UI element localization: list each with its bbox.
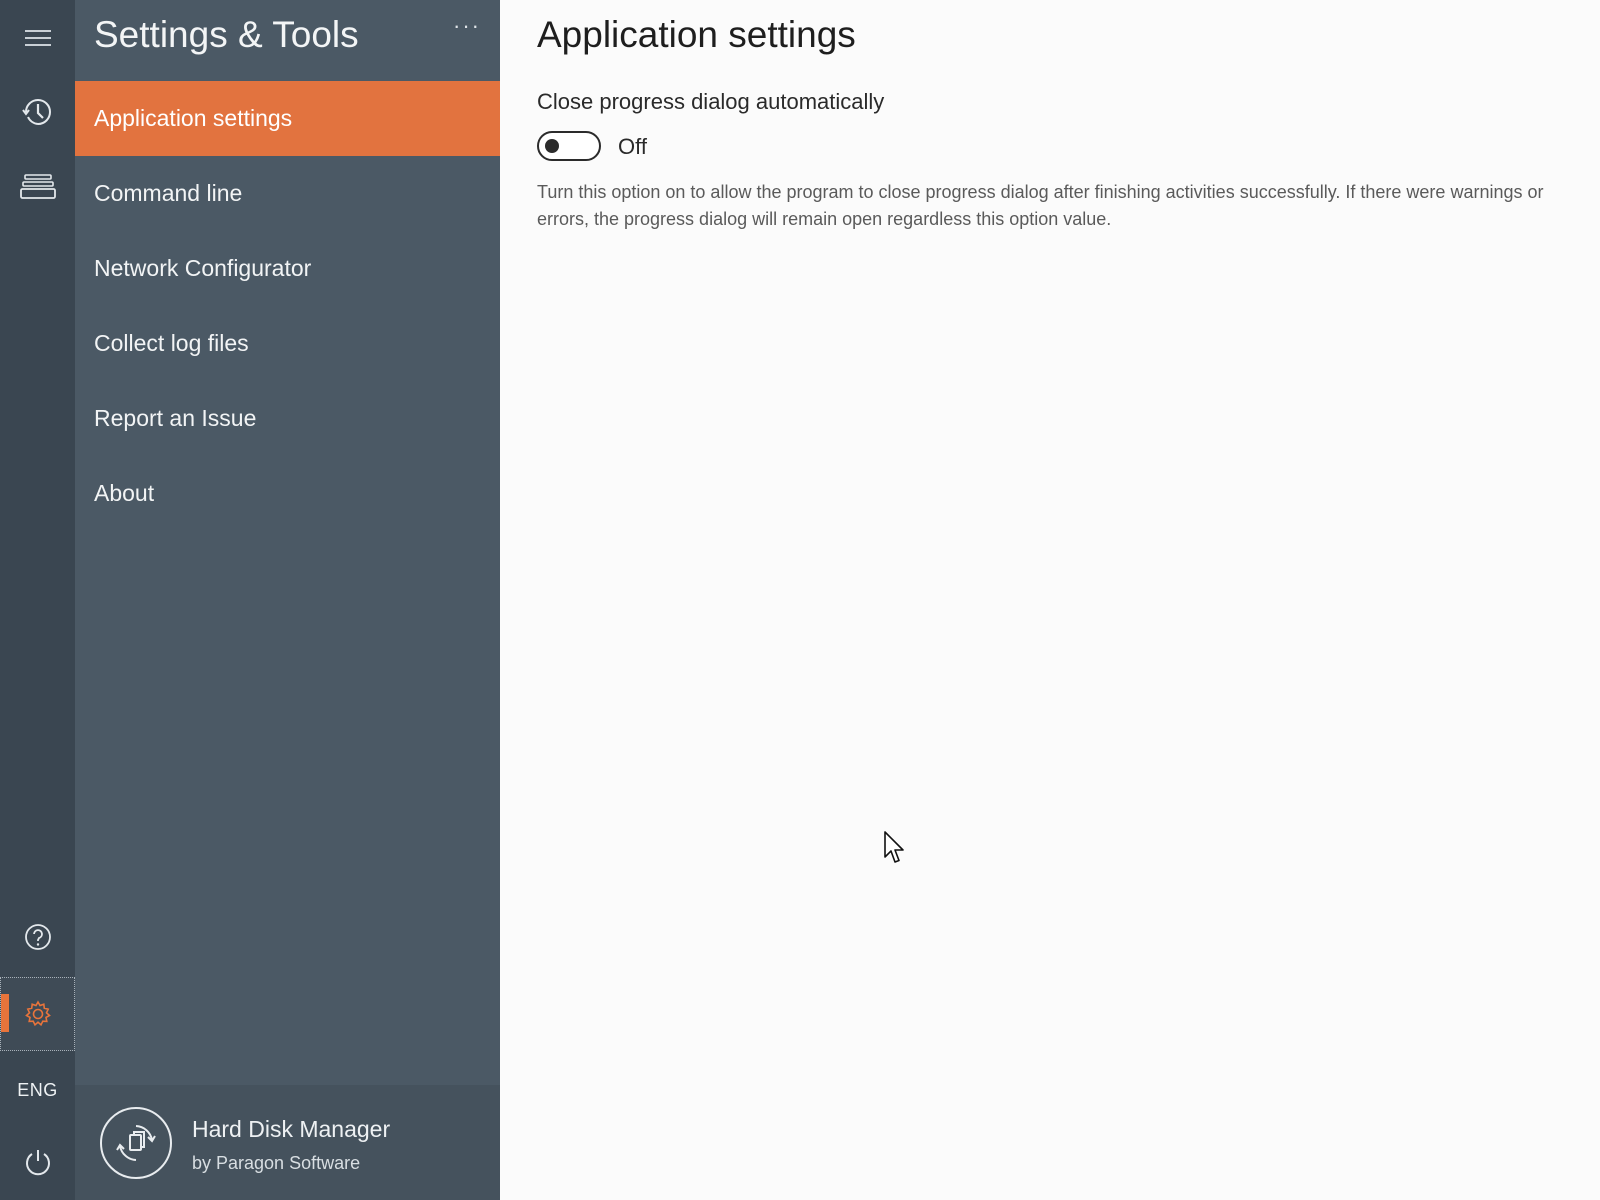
product-name: Hard Disk Manager	[192, 1115, 391, 1142]
page-title: Application settings	[537, 14, 856, 55]
toggle-knob	[545, 139, 559, 153]
settings-tools-panel: Settings & Tools ··· Application setting…	[75, 0, 500, 1200]
nav-item-about[interactable]: About	[75, 456, 500, 531]
gear-icon	[24, 1000, 51, 1027]
hamburger-icon	[24, 30, 51, 46]
nav-item-command-line[interactable]: Command line	[75, 156, 500, 231]
power-icon	[25, 1150, 50, 1176]
mouse-cursor-icon	[884, 831, 904, 863]
help-circle-icon	[24, 924, 51, 950]
toggle-state-label: Off	[618, 134, 647, 159]
hamburger-menu-button[interactable]	[0, 8, 75, 68]
history-button[interactable]	[0, 82, 75, 142]
ellipsis-icon: ···	[453, 13, 481, 38]
disks-button[interactable]	[0, 157, 75, 217]
disk-stack-icon	[19, 174, 56, 199]
active-indicator	[1, 994, 9, 1032]
nav-item-application-settings[interactable]: Application settings	[75, 81, 500, 156]
icon-rail: ENG	[0, 0, 75, 1200]
language-label: ENG	[17, 1079, 58, 1100]
content-area: Application settings Close progress dial…	[500, 0, 1600, 1200]
settings-nav: Application settings Command line Networ…	[75, 81, 500, 531]
power-button[interactable]	[0, 1132, 75, 1192]
setting-label: Close progress dialog automatically	[537, 89, 885, 114]
help-button[interactable]	[0, 907, 75, 967]
product-brand: Hard Disk Manager by Paragon Software	[75, 1085, 500, 1200]
nav-item-network-configurator[interactable]: Network Configurator	[75, 231, 500, 306]
settings-button[interactable]	[0, 977, 75, 1051]
more-options-button[interactable]: ···	[445, 13, 489, 48]
setting-description: Turn this option on to allow the program…	[537, 182, 1544, 229]
product-vendor: by Paragon Software	[192, 1152, 361, 1173]
nav-item-collect-log-files[interactable]: Collect log files	[75, 306, 500, 381]
clock-history-icon	[21, 99, 51, 125]
nav-item-report-an-issue[interactable]: Report an Issue	[75, 381, 500, 456]
panel-title: Settings & Tools	[94, 14, 359, 55]
language-button[interactable]: ENG	[0, 1060, 75, 1120]
close-progress-toggle[interactable]	[537, 131, 601, 161]
paragon-logo-icon	[100, 1106, 172, 1179]
